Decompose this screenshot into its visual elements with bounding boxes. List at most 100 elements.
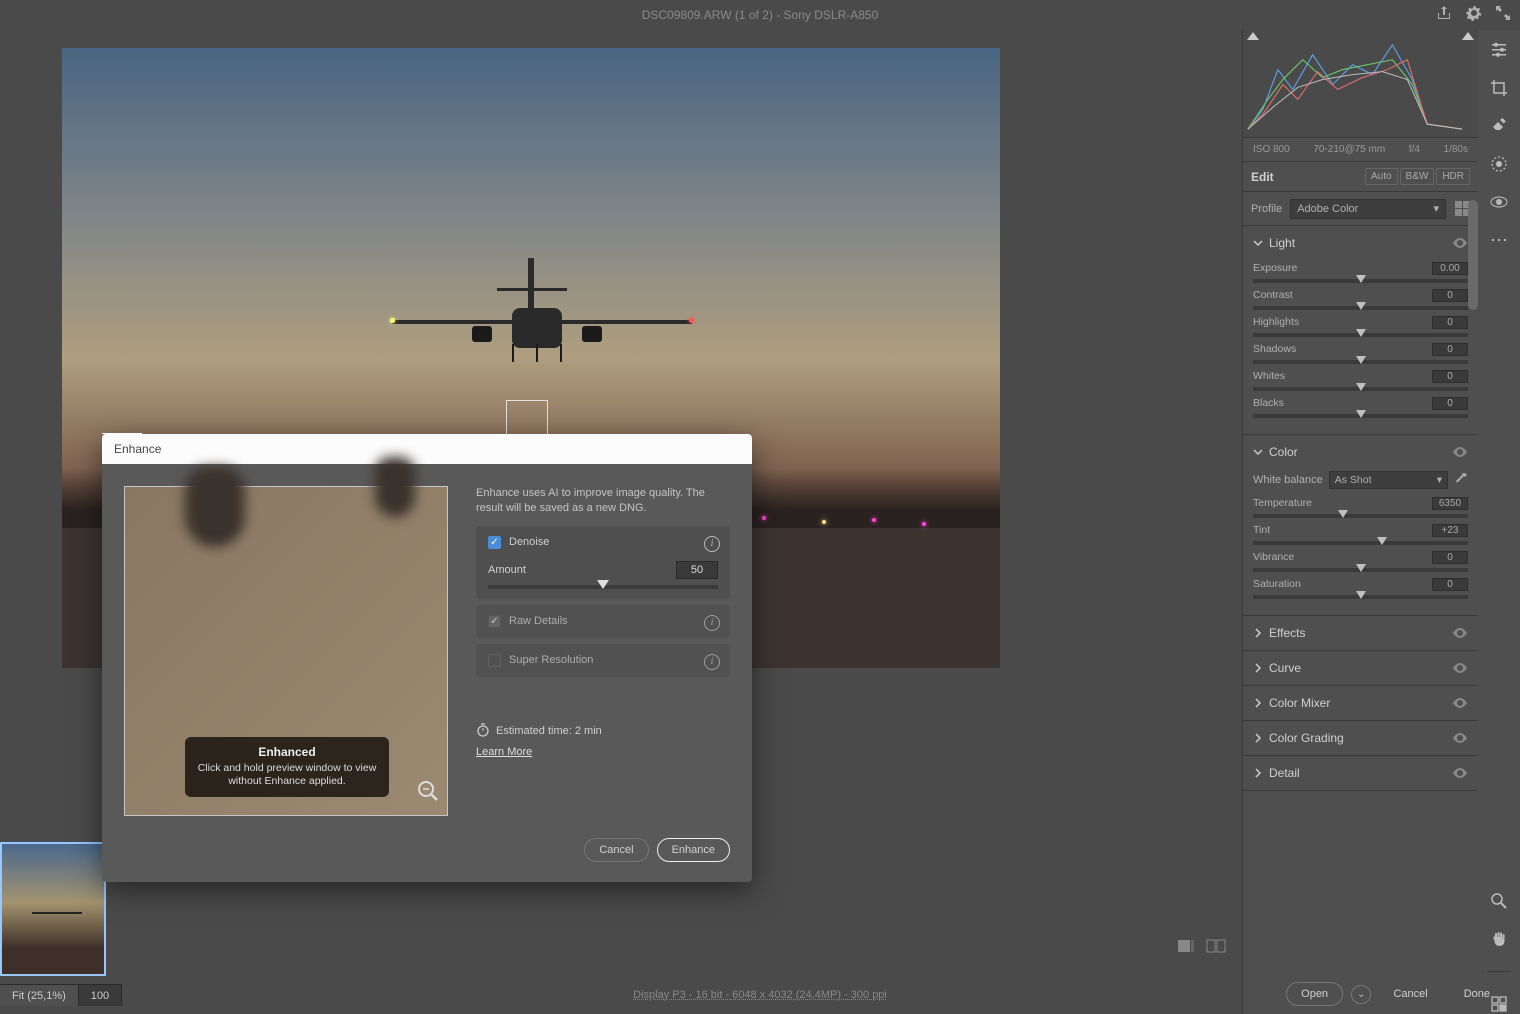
profile-select[interactable]: Adobe Color ▾	[1290, 199, 1446, 219]
temperature-slider[interactable]	[1253, 514, 1468, 518]
crop-icon[interactable]	[1489, 78, 1509, 98]
vibrance-slider-row: Vibrance0	[1253, 551, 1468, 572]
status-text[interactable]: Display P3 - 16 bit - 6048 x 4032 (24,4M…	[633, 989, 887, 1001]
amount-label: Amount	[488, 564, 526, 576]
dialog-title: Enhance	[102, 434, 752, 464]
auto-button[interactable]: Auto	[1365, 168, 1398, 185]
stopwatch-icon	[476, 723, 490, 740]
chevron-down-icon: ▾	[1433, 202, 1439, 215]
blacks-value[interactable]: 0	[1432, 397, 1468, 410]
saturation-slider[interactable]	[1253, 595, 1468, 599]
plane-subject	[392, 248, 692, 368]
dialog-enhance-button[interactable]: Enhance	[657, 838, 730, 862]
denoise-checkbox[interactable]: ✓	[488, 536, 501, 549]
chevron-down-icon	[1253, 238, 1263, 248]
eye-icon[interactable]	[1452, 733, 1468, 743]
healing-icon[interactable]	[1489, 116, 1509, 136]
raw-details-info-icon[interactable]: i	[704, 615, 720, 631]
tint-value[interactable]: +23	[1432, 524, 1468, 537]
super-resolution-checkbox	[488, 654, 501, 667]
contrast-value[interactable]: 0	[1432, 289, 1468, 302]
hdr-button[interactable]: HDR	[1436, 168, 1470, 185]
whites-value[interactable]: 0	[1432, 370, 1468, 383]
magnifier-icon[interactable]	[417, 780, 439, 807]
open-dropdown-icon[interactable]: ⌄	[1351, 985, 1371, 1004]
histogram[interactable]	[1243, 30, 1478, 138]
highlights-value[interactable]: 0	[1432, 316, 1468, 329]
exposure-slider-row: Exposure0.00	[1253, 262, 1468, 283]
grading-section-header[interactable]: Color Grading	[1243, 721, 1478, 755]
mask-icon[interactable]	[1489, 154, 1509, 174]
settings-gear-icon[interactable]	[1466, 5, 1482, 26]
chevron-right-icon	[1253, 733, 1263, 743]
whites-slider-row: Whites0	[1253, 370, 1468, 391]
effects-section-header[interactable]: Effects	[1243, 616, 1478, 650]
blacks-slider[interactable]	[1253, 414, 1468, 418]
learn-more-link[interactable]: Learn More	[476, 746, 730, 758]
super-resolution-block: Super Resolution i	[476, 644, 730, 677]
view-compare-icon[interactable]	[1206, 938, 1226, 954]
eye-icon[interactable]	[1452, 238, 1468, 248]
temperature-value[interactable]: 6350	[1432, 497, 1468, 510]
eye-icon[interactable]	[1452, 768, 1468, 778]
tint-slider-row: Tint+23	[1253, 524, 1468, 545]
mixer-section-header[interactable]: Color Mixer	[1243, 686, 1478, 720]
eyedropper-icon[interactable]	[1454, 472, 1468, 489]
color-section-header[interactable]: Color	[1243, 435, 1478, 469]
exposure-slider[interactable]	[1253, 279, 1468, 283]
eye-icon[interactable]	[1452, 663, 1468, 673]
vibrance-value[interactable]: 0	[1432, 551, 1468, 564]
open-button[interactable]: Open	[1286, 982, 1343, 1006]
canvas-area: Fit (25,1%) 100 Enhance Enhanced Click a…	[0, 30, 1242, 1014]
saturation-value[interactable]: 0	[1432, 578, 1468, 591]
shadows-value[interactable]: 0	[1432, 343, 1468, 356]
amount-input[interactable]	[676, 561, 718, 579]
profile-label: Profile	[1251, 203, 1282, 215]
wb-select[interactable]: As Shot▾	[1329, 471, 1448, 489]
shadows-slider[interactable]	[1253, 360, 1468, 364]
highlight-clip-indicator[interactable]	[1462, 32, 1474, 40]
denoise-label: Denoise	[509, 536, 549, 548]
fullscreen-icon[interactable]	[1496, 6, 1510, 25]
highlights-slider[interactable]	[1253, 333, 1468, 337]
vibrance-slider[interactable]	[1253, 568, 1468, 572]
enhance-preview[interactable]: Enhanced Click and hold preview window t…	[124, 486, 448, 816]
tint-slider[interactable]	[1253, 541, 1468, 545]
denoise-info-icon[interactable]: i	[704, 536, 720, 552]
edit-heading: Edit	[1251, 170, 1274, 184]
highlights-slider-row: Highlights0	[1253, 316, 1468, 337]
super-resolution-info-icon[interactable]: i	[704, 654, 720, 670]
contrast-slider-row: Contrast0	[1253, 289, 1468, 310]
hand-tool-icon[interactable]	[1489, 929, 1509, 949]
wb-label: White balance	[1253, 474, 1323, 486]
redeye-icon[interactable]	[1489, 192, 1509, 212]
contrast-slider[interactable]	[1253, 306, 1468, 310]
presets-icon[interactable]: ⋯	[1489, 230, 1509, 250]
light-section-header[interactable]: Light	[1243, 226, 1478, 260]
chevron-down-icon	[1253, 447, 1263, 457]
panel-scrollbar[interactable]	[1468, 200, 1478, 310]
cancel-button[interactable]: Cancel	[1379, 982, 1441, 1006]
edit-sliders-icon[interactable]	[1489, 40, 1509, 60]
filmstrip	[0, 842, 106, 976]
eye-icon[interactable]	[1452, 698, 1468, 708]
curve-section-header[interactable]: Curve	[1243, 651, 1478, 685]
raw-details-checkbox: ✓	[488, 615, 501, 628]
bw-button[interactable]: B&W	[1400, 168, 1435, 185]
filmstrip-thumbnail[interactable]	[0, 842, 106, 976]
share-icon[interactable]	[1436, 5, 1452, 26]
eye-icon[interactable]	[1452, 628, 1468, 638]
whites-slider[interactable]	[1253, 387, 1468, 391]
zoom-tool-icon[interactable]	[1489, 891, 1509, 911]
detail-section-header[interactable]: Detail	[1243, 756, 1478, 790]
done-button[interactable]: Done	[1450, 982, 1504, 1006]
dialog-cancel-button[interactable]: Cancel	[584, 838, 648, 862]
amount-slider[interactable]	[488, 585, 718, 589]
super-resolution-label: Super Resolution	[509, 654, 593, 666]
raw-details-label: Raw Details	[509, 615, 568, 627]
temperature-slider-row: Temperature6350	[1253, 497, 1468, 518]
exposure-value[interactable]: 0.00	[1432, 262, 1468, 275]
shadow-clip-indicator[interactable]	[1247, 32, 1259, 40]
view-single-icon[interactable]	[1176, 938, 1196, 954]
eye-icon[interactable]	[1452, 447, 1468, 457]
